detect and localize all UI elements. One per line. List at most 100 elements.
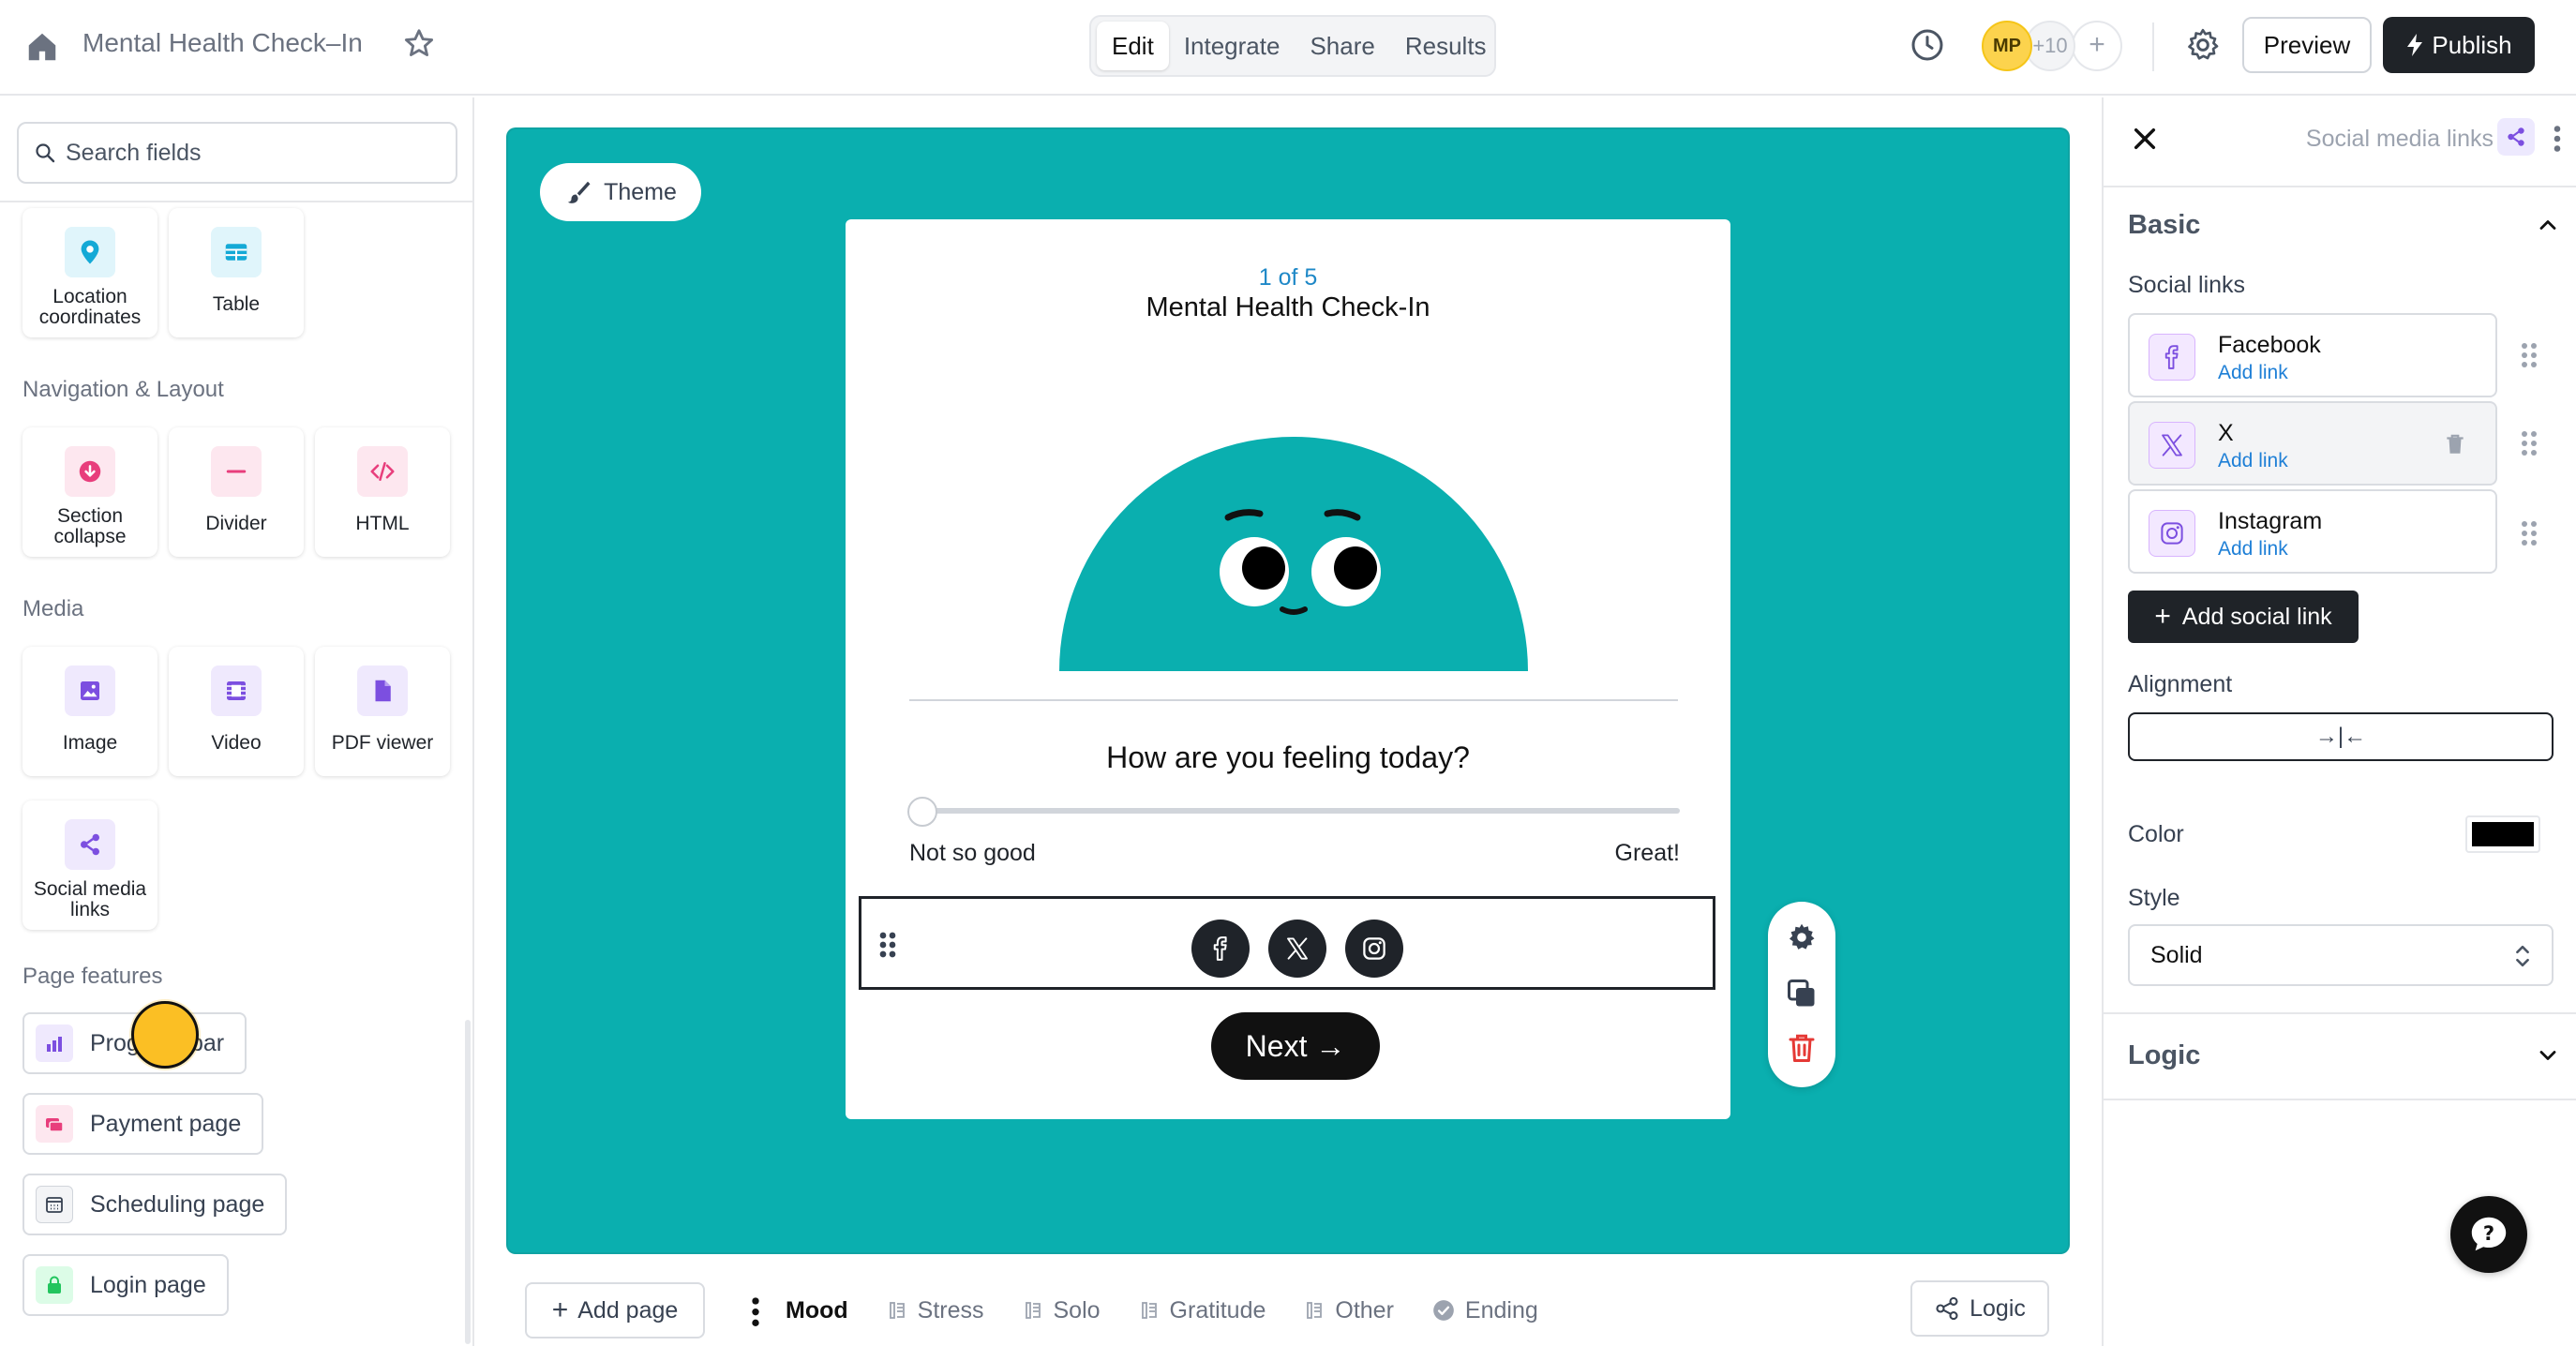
share-icon bbox=[2497, 118, 2535, 156]
alignment-label: Alignment bbox=[2128, 671, 2233, 697]
style-select[interactable]: Solid bbox=[2128, 924, 2554, 986]
duplicate-icon[interactable] bbox=[1785, 977, 1819, 1010]
publish-button[interactable]: Publish bbox=[2383, 17, 2535, 73]
style-select-value: Solid bbox=[2150, 942, 2203, 968]
page-tab-solo[interactable]: Solo bbox=[1022, 1297, 1101, 1324]
drag-handle-icon[interactable] bbox=[876, 931, 899, 959]
search-divider bbox=[0, 201, 472, 202]
topbar-divider bbox=[2152, 22, 2154, 71]
add-link-button[interactable]: Add link bbox=[2218, 362, 2288, 384]
social-links-block[interactable] bbox=[859, 896, 1715, 990]
home-icon[interactable] bbox=[24, 29, 60, 65]
page-tab-mood[interactable]: Mood bbox=[786, 1297, 848, 1324]
feature-label: Scheduling page bbox=[90, 1190, 265, 1218]
x-icon[interactable] bbox=[1268, 920, 1326, 978]
drag-handle-icon[interactable] bbox=[2518, 429, 2540, 457]
avatar[interactable]: MP bbox=[1982, 21, 2032, 71]
field-tile-social-media-links[interactable]: Social media links bbox=[22, 800, 157, 930]
question-text[interactable]: How are you feeling today? bbox=[846, 740, 1730, 775]
field-tile-video[interactable]: Video bbox=[169, 647, 304, 776]
field-tile-image[interactable]: Image bbox=[22, 647, 157, 776]
page-tab-label: Gratitude bbox=[1169, 1296, 1266, 1324]
page-tab-ending[interactable]: Ending bbox=[1431, 1297, 1538, 1324]
drag-handle-icon[interactable] bbox=[2518, 519, 2540, 547]
mascot-illustration[interactable] bbox=[1059, 431, 1528, 671]
page-icon bbox=[1307, 1302, 1323, 1319]
preview-button[interactable]: Preview bbox=[2242, 17, 2372, 73]
accordion-logic-title[interactable]: Logic bbox=[2128, 1040, 2200, 1071]
feature-login-page[interactable]: Login page bbox=[22, 1254, 229, 1316]
block-settings-gear-icon[interactable] bbox=[1785, 920, 1819, 954]
share-icon bbox=[65, 819, 115, 870]
help-chat-button[interactable]: ? bbox=[2450, 1196, 2527, 1273]
social-link-x[interactable]: X Add link bbox=[2128, 401, 2497, 486]
feature-scheduling-page[interactable]: Scheduling page bbox=[22, 1174, 288, 1235]
star-icon[interactable] bbox=[401, 26, 437, 62]
social-links-label: Social links bbox=[2128, 272, 2246, 298]
slider-min-label: Not so good bbox=[909, 840, 1036, 866]
add-link-button[interactable]: Add link bbox=[2218, 450, 2288, 472]
drag-handle-icon[interactable] bbox=[2518, 341, 2540, 369]
add-social-link-button[interactable]: + Add social link bbox=[2128, 591, 2359, 643]
social-link-facebook[interactable]: Facebook Add link bbox=[2128, 313, 2497, 397]
feature-payment-page[interactable]: Payment page bbox=[22, 1093, 264, 1155]
search-input[interactable] bbox=[66, 139, 422, 167]
alignment-center-toggle[interactable]: →|← bbox=[2128, 712, 2554, 761]
field-tile-html[interactable]: HTML bbox=[315, 427, 450, 557]
pdf-icon bbox=[357, 666, 408, 716]
add-link-button[interactable]: Add link bbox=[2218, 538, 2288, 561]
search-box[interactable] bbox=[17, 122, 457, 184]
chevron-up-icon[interactable] bbox=[2535, 212, 2561, 238]
page-tab-stress[interactable]: Stress bbox=[886, 1297, 984, 1324]
panel-menu-kebab-icon[interactable] bbox=[2550, 122, 2565, 156]
social-link-name: Facebook bbox=[2218, 332, 2321, 358]
panel-divider bbox=[2104, 1099, 2576, 1100]
fields-sidebar: Location coordinates Table Navigation & … bbox=[0, 97, 474, 1346]
rating-slider-thumb[interactable] bbox=[907, 797, 937, 827]
tab-results[interactable]: Results bbox=[1390, 22, 1502, 70]
field-tile-pdf-viewer[interactable]: PDF viewer bbox=[315, 647, 450, 776]
more-collaborators-badge[interactable]: +10 bbox=[2025, 21, 2075, 71]
rating-slider-track[interactable] bbox=[922, 808, 1680, 814]
field-tile-table[interactable]: Table bbox=[169, 208, 304, 337]
trash-icon[interactable] bbox=[2443, 431, 2467, 457]
tab-edit[interactable]: Edit bbox=[1097, 22, 1169, 70]
field-tile-divider[interactable]: Divider bbox=[169, 427, 304, 557]
field-tile-location-coordinates[interactable]: Location coordinates bbox=[22, 208, 157, 337]
page-tab-other[interactable]: Other bbox=[1303, 1297, 1394, 1324]
instagram-icon[interactable] bbox=[1345, 920, 1403, 978]
theme-button[interactable]: Theme bbox=[540, 163, 701, 221]
card-divider bbox=[909, 699, 1678, 701]
form-card-title[interactable]: Mental Health Check-In bbox=[846, 292, 1730, 323]
social-link-instagram[interactable]: Instagram Add link bbox=[2128, 489, 2497, 574]
logic-button[interactable]: Logic bbox=[1910, 1280, 2049, 1337]
add-page-button[interactable]: + Add page bbox=[525, 1282, 705, 1339]
panel-divider bbox=[2104, 186, 2576, 187]
color-swatch[interactable] bbox=[2465, 815, 2540, 853]
gear-icon[interactable] bbox=[2184, 26, 2222, 64]
history-icon[interactable] bbox=[1909, 26, 1946, 64]
form-title[interactable]: Mental Health Check–In bbox=[82, 28, 363, 58]
close-icon[interactable] bbox=[2130, 124, 2160, 154]
check-circle-icon bbox=[1433, 1300, 1454, 1321]
page-tab-gratitude[interactable]: Gratitude bbox=[1138, 1297, 1266, 1324]
lightning-icon bbox=[2407, 34, 2423, 56]
next-button[interactable]: Next → bbox=[1211, 1012, 1380, 1080]
color-label: Color bbox=[2128, 821, 2184, 847]
add-collaborator-button[interactable]: + bbox=[2072, 21, 2122, 71]
tab-share[interactable]: Share bbox=[1295, 22, 1389, 70]
publish-label: Publish bbox=[2432, 30, 2512, 59]
field-tile-section-collapse[interactable]: Section collapse bbox=[22, 427, 157, 557]
tab-integrate[interactable]: Integrate bbox=[1169, 22, 1295, 70]
chevron-down-icon[interactable] bbox=[2535, 1042, 2561, 1069]
facebook-icon[interactable] bbox=[1191, 920, 1250, 978]
page-menu-kebab-icon[interactable] bbox=[744, 1292, 767, 1329]
delete-icon[interactable] bbox=[1785, 1031, 1819, 1065]
sidebar-scrollbar[interactable] bbox=[465, 1020, 471, 1344]
page-icon bbox=[1025, 1302, 1041, 1319]
panel-divider bbox=[2104, 1012, 2576, 1014]
page-icon bbox=[1141, 1302, 1157, 1319]
accordion-basic-title[interactable]: Basic bbox=[2128, 210, 2200, 241]
section-title-page-features: Page features bbox=[22, 964, 163, 989]
top-bar: Mental Health Check–In Edit Integrate Sh… bbox=[0, 0, 2576, 96]
